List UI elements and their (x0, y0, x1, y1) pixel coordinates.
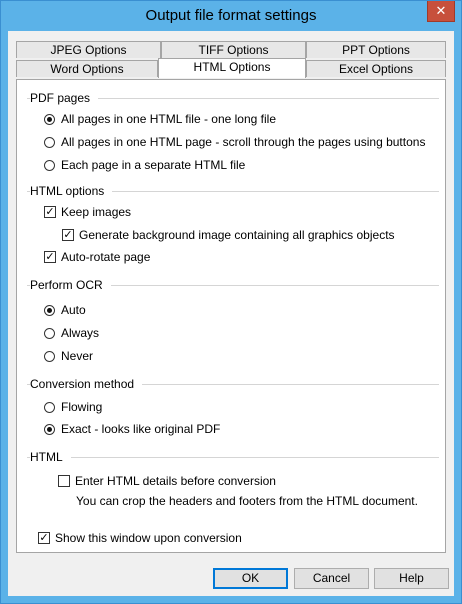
radio-flowing-indicator[interactable] (44, 401, 55, 413)
checkbox-keep-images-label: Keep images (61, 205, 132, 219)
radio-ocr-auto-indicator[interactable] (44, 304, 55, 316)
checkbox-enter-details-label: Enter HTML details before conversion (75, 474, 276, 488)
tab-word-options[interactable]: Word Options (16, 60, 158, 77)
checkbox-auto-rotate-label: Auto-rotate page (61, 250, 151, 264)
radio-one-long-file-label: All pages in one HTML file - one long fi… (61, 112, 277, 126)
html-options-panel: PDF pages All pages in one HTML file - o… (16, 79, 446, 553)
checkbox-background-image-box[interactable]: ✓ (62, 229, 74, 241)
checkbox-background-image-label: Generate background image containing all… (79, 228, 395, 242)
tab-tiff-options[interactable]: TIFF Options (161, 41, 306, 58)
checkbox-show-window-box[interactable]: ✓ (38, 532, 50, 544)
pdf-pages-heading: PDF pages (30, 91, 99, 105)
radio-ocr-auto-label: Auto (61, 303, 86, 317)
html-heading: HTML (30, 450, 71, 464)
checkbox-enter-details[interactable]: Enter HTML details before conversion (58, 474, 276, 488)
dialog-client: JPEG Options TIFF Options PPT Options Wo… (8, 31, 454, 596)
tab-ppt-options[interactable]: PPT Options (306, 41, 446, 58)
help-button[interactable]: Help (374, 568, 449, 589)
radio-one-long-file[interactable]: All pages in one HTML file - one long fi… (44, 112, 276, 126)
checkbox-keep-images[interactable]: ✓ Keep images (44, 205, 131, 219)
radio-one-long-file-indicator[interactable] (44, 113, 55, 125)
radio-exact[interactable]: Exact - looks like original PDF (44, 422, 220, 436)
dialog-window: Output file format settings ✕ JPEG Optio… (0, 0, 462, 604)
tab-excel-options[interactable]: Excel Options (306, 60, 446, 77)
radio-separate-files-label: Each page in a separate HTML file (61, 158, 246, 172)
radio-scroll-pages-indicator[interactable] (44, 136, 55, 148)
radio-separate-files[interactable]: Each page in a separate HTML file (44, 158, 245, 172)
radio-scroll-pages-label: All pages in one HTML page - scroll thro… (61, 135, 426, 149)
radio-separate-files-indicator[interactable] (44, 159, 55, 171)
radio-ocr-always-indicator[interactable] (44, 327, 55, 339)
checkbox-show-window[interactable]: ✓ Show this window upon conversion (38, 531, 242, 545)
close-icon[interactable]: ✕ (427, 1, 455, 22)
radio-exact-label: Exact - looks like original PDF (61, 422, 221, 436)
title-bar[interactable]: Output file format settings ✕ (1, 1, 461, 31)
checkbox-background-image[interactable]: ✓ Generate background image containing a… (62, 228, 395, 242)
checkbox-keep-images-box[interactable]: ✓ (44, 206, 56, 218)
tab-jpeg-options[interactable]: JPEG Options (16, 41, 161, 58)
crop-note: You can crop the headers and footers fro… (76, 494, 418, 508)
radio-ocr-never[interactable]: Never (44, 349, 93, 363)
radio-flowing-label: Flowing (61, 400, 103, 414)
checkbox-enter-details-box[interactable] (58, 475, 70, 487)
radio-ocr-always-label: Always (61, 326, 100, 340)
radio-ocr-always[interactable]: Always (44, 326, 99, 340)
radio-exact-indicator[interactable] (44, 423, 55, 435)
cancel-button[interactable]: Cancel (294, 568, 369, 589)
radio-ocr-auto[interactable]: Auto (44, 303, 86, 317)
conversion-heading: Conversion method (30, 377, 143, 391)
checkbox-show-window-label: Show this window upon conversion (55, 531, 242, 545)
window-title: Output file format settings (145, 7, 317, 24)
ocr-heading: Perform OCR (30, 278, 111, 292)
radio-flowing[interactable]: Flowing (44, 400, 102, 414)
radio-ocr-never-label: Never (61, 349, 94, 363)
html-divider (27, 457, 439, 459)
checkbox-auto-rotate-box[interactable]: ✓ (44, 251, 56, 263)
html-options-heading: HTML options (30, 184, 113, 198)
radio-scroll-pages[interactable]: All pages in one HTML page - scroll thro… (44, 135, 425, 149)
radio-ocr-never-indicator[interactable] (44, 350, 55, 362)
checkbox-auto-rotate[interactable]: ✓ Auto-rotate page (44, 250, 150, 264)
ok-button[interactable]: OK (213, 568, 288, 589)
tab-html-options[interactable]: HTML Options (158, 58, 306, 78)
